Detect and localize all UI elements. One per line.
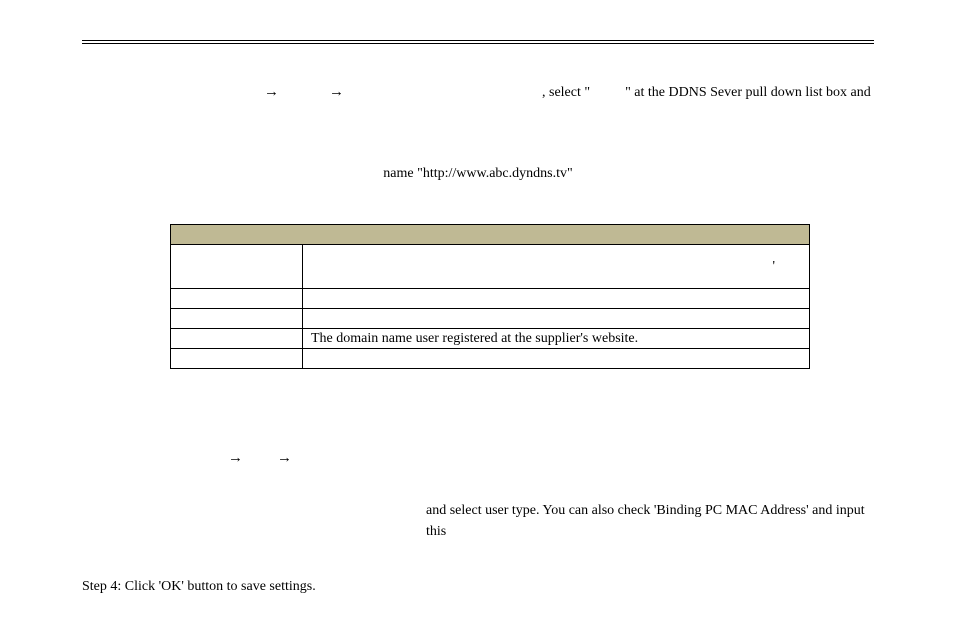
table-row: The domain name user registered at the s… — [171, 329, 810, 349]
header-rule — [82, 40, 874, 44]
table-row: ' — [171, 245, 810, 289]
table-row — [171, 289, 810, 309]
table-row — [171, 349, 810, 369]
table-row — [171, 309, 810, 329]
step3-bottom-line: and select user type. You can also check… — [426, 500, 874, 542]
center-line: name "http://www.abc.dyndns.tv" — [82, 163, 874, 184]
table-cell-left — [171, 329, 303, 349]
table-cell-right: The domain name user registered at the s… — [303, 329, 810, 349]
parameters-table: ' The domain name user registered at the… — [170, 224, 810, 369]
table-cell-right — [303, 349, 810, 369]
table-header — [171, 225, 810, 245]
arrow-icon: → — [329, 83, 344, 100]
table-cell-right — [303, 289, 810, 309]
arrow-icon: → — [277, 449, 292, 466]
step3-top-line: → → , select " " at the DDNS Sever pull … — [82, 82, 874, 103]
table-cell-right: ' — [303, 245, 810, 289]
table-cell-right — [303, 309, 810, 329]
arrow-icon: → — [228, 449, 243, 466]
table-cell-left — [171, 309, 303, 329]
table-cell-left — [171, 349, 303, 369]
step4-line: Step 4: Click 'OK' button to save settin… — [82, 576, 874, 597]
table-cell-left — [171, 289, 303, 309]
step3-text-1: , select " — [542, 85, 590, 100]
step2-line: → → — [82, 449, 874, 466]
step3-text-2: " at the DDNS Sever pull down list box a… — [625, 85, 871, 100]
arrow-icon: → — [264, 83, 279, 100]
table-cell-left — [171, 245, 303, 289]
